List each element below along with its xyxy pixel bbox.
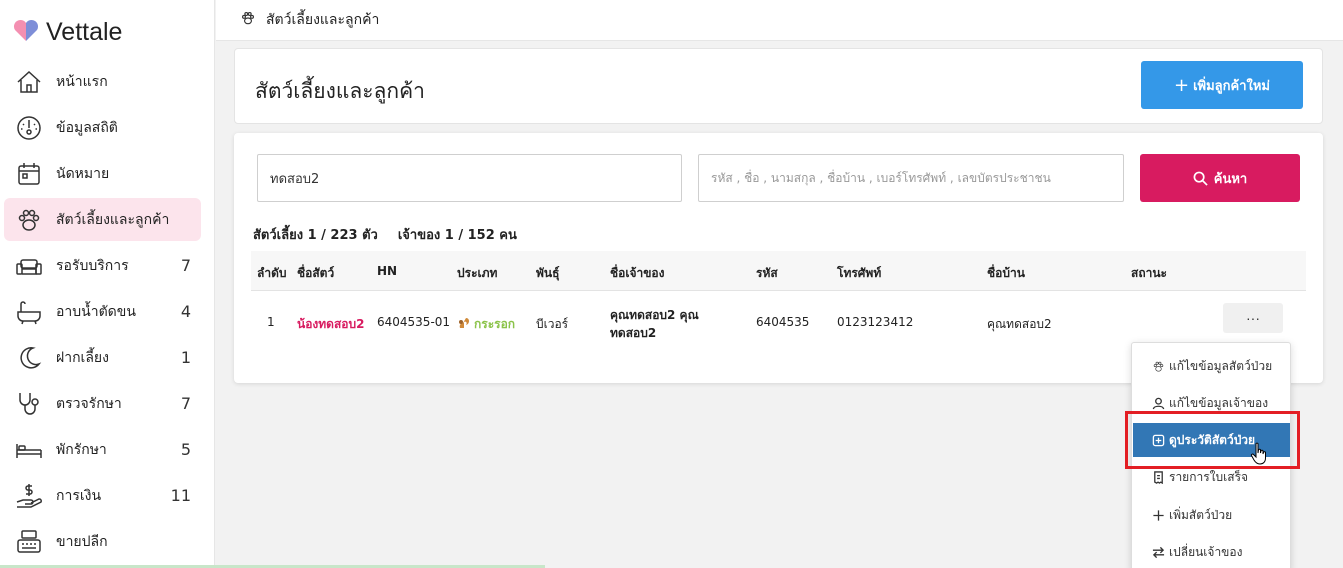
row-actions-button[interactable]: ···	[1223, 303, 1283, 333]
sidebar-item-count: 5	[180, 440, 191, 459]
sidebar-item-home[interactable]: หน้าแรก	[4, 60, 201, 103]
pet-search-input[interactable]	[257, 154, 682, 202]
hn-value: 6404535-01	[377, 315, 451, 329]
menu-item-add-pet[interactable]: เพิ่มสัตว์ป่วย	[1133, 498, 1290, 532]
page-title: สัตว์เลี้ยงและลูกค้า	[255, 79, 425, 103]
brand-name: Vettale	[46, 18, 123, 46]
paw-icon	[240, 10, 256, 30]
receipt-icon	[1154, 470, 1163, 484]
sidebar-item-count: 4	[180, 302, 191, 321]
sidebar-item-finance[interactable]: การเงิน 11	[4, 474, 201, 517]
column-header: ประเภท	[457, 266, 498, 280]
pet-count: สัตว์เลี้ยง 1 / 223 ตัว	[253, 228, 378, 243]
menu-item-label: รายการใบเสร็จ	[1169, 469, 1249, 484]
species-label: กระรอก	[474, 317, 516, 331]
paw-icon	[14, 205, 44, 235]
menu-item-label: แก้ไขข้อมูลเจ้าของ	[1169, 395, 1269, 410]
search-button-label: ค้นหา	[1213, 171, 1248, 187]
swap-icon	[1152, 546, 1165, 558]
calendar-icon	[14, 159, 44, 189]
sidebar-item-label: สัตว์เลี้ยงและลูกค้า	[56, 211, 170, 228]
bathtub-icon	[14, 297, 44, 327]
menu-item-change-owner[interactable]: เปลี่ยนเจ้าของ	[1133, 535, 1290, 568]
user-icon	[1152, 397, 1165, 409]
sidebar-item-label: ขายปลีก	[56, 533, 108, 550]
paw-icon	[1153, 361, 1164, 371]
column-header: HN	[377, 264, 398, 278]
owner-count: เจ้าของ 1 / 152 คน	[397, 228, 517, 243]
sidebar-item-count: 7	[180, 394, 191, 413]
sidebar-item-inpatient[interactable]: พักรักษา 5	[4, 428, 201, 471]
search-icon	[1193, 171, 1208, 186]
sidebar: Vettale หน้าแรก ข้อมูลสถิติ นัดหมาย สัตว…	[0, 0, 215, 568]
sidebar-item-label: อาบน้ำตัดขน	[56, 303, 136, 320]
sidebar-item-label: ฝากเลี้ยง	[56, 349, 109, 366]
money-hand-icon	[14, 481, 44, 511]
sidebar-item-count: 1	[180, 348, 191, 367]
sidebar-item-label: การเงิน	[56, 487, 102, 504]
owner-name: คุณทดสอบ2 คุณทดสอบ2	[610, 308, 699, 340]
sidebar-item-count: 11	[170, 486, 191, 505]
heart-logo-icon	[12, 19, 40, 47]
sidebar-item-label: นัดหมาย	[56, 165, 110, 182]
breed-value: บีเวอร์	[536, 317, 569, 331]
moon-icon	[14, 343, 44, 373]
sidebar-item-waiting[interactable]: รอรับบริการ 7	[4, 244, 201, 287]
sidebar-item-label: พักรักษา	[56, 441, 107, 458]
sidebar-item-retail[interactable]: ขายปลีก	[4, 520, 201, 563]
sidebar-item-label: ข้อมูลสถิติ	[56, 119, 118, 136]
species-cell: กระรอก	[457, 315, 515, 334]
sidebar-nav: หน้าแรก ข้อมูลสถิติ นัดหมาย สัตว์เลี้ยงแ…	[4, 60, 201, 566]
column-header: ชื่อสัตว์	[297, 266, 335, 280]
highlight-box	[1125, 411, 1300, 469]
stethoscope-icon	[14, 389, 44, 419]
plus-icon: +	[1174, 74, 1190, 96]
owner-code: 6404535	[756, 315, 810, 329]
column-header: สถานะ	[1131, 266, 1167, 280]
column-header: ชื่อเจ้าของ	[610, 266, 665, 280]
sofa-icon	[14, 251, 44, 281]
sidebar-item-label: รอรับบริการ	[56, 257, 129, 274]
menu-item-label: เปลี่ยนเจ้าของ	[1169, 544, 1243, 559]
menu-item-label: แก้ไขข้อมูลสัตว์ป่วย	[1169, 358, 1273, 373]
cash-register-icon	[14, 527, 44, 557]
column-header: พันธุ์	[536, 266, 560, 280]
column-header: ลำดับ	[257, 266, 287, 280]
row-index: 1	[267, 315, 275, 329]
breadcrumb: สัตว์เลี้ยงและลูกค้า	[216, 0, 1343, 41]
page-header: สัตว์เลี้ยงและลูกค้า + เพิ่มลูกค้าใหม่	[234, 48, 1323, 124]
bed-icon	[14, 435, 44, 465]
squirrel-icon	[457, 316, 471, 333]
sidebar-item-grooming[interactable]: อาบน้ำตัดขน 4	[4, 290, 201, 333]
hand-pointer-icon	[1250, 442, 1270, 470]
sidebar-item-treatment[interactable]: ตรวจรักษา 7	[4, 382, 201, 425]
house-name: คุณทดสอบ2	[987, 317, 1052, 331]
sidebar-item-count: 7	[180, 256, 191, 275]
sidebar-item-label: หน้าแรก	[56, 73, 108, 90]
breadcrumb-title: สัตว์เลี้ยงและลูกค้า	[266, 12, 380, 28]
customer-search-input[interactable]	[698, 154, 1124, 202]
add-customer-button[interactable]: + เพิ่มลูกค้าใหม่	[1141, 61, 1303, 109]
search-button[interactable]: ค้นหา	[1140, 154, 1300, 202]
result-counts: สัตว์เลี้ยง 1 / 223 ตัว เจ้าของ 1 / 152 …	[253, 224, 517, 245]
sidebar-item-appointments[interactable]: นัดหมาย	[4, 152, 201, 195]
menu-item-label: เพิ่มสัตว์ป่วย	[1169, 507, 1233, 522]
column-header: รหัส	[756, 266, 778, 280]
sidebar-item-pets-customers[interactable]: สัตว์เลี้ยงและลูกค้า	[4, 198, 201, 241]
sidebar-item-stats[interactable]: ข้อมูลสถิติ	[4, 106, 201, 149]
column-header: โทรศัพท์	[837, 266, 882, 280]
sidebar-item-label: ตรวจรักษา	[56, 395, 122, 412]
table-header: ลำดับ ชื่อสัตว์ HN ประเภท พันธุ์ ชื่อเจ้…	[251, 251, 1306, 291]
column-header: ชื่อบ้าน	[987, 266, 1025, 280]
sidebar-item-boarding[interactable]: ฝากเลี้ยง 1	[4, 336, 201, 379]
menu-item-edit-pet[interactable]: แก้ไขข้อมูลสัตว์ป่วย	[1133, 349, 1290, 383]
add-customer-label: เพิ่มลูกค้าใหม่	[1193, 78, 1270, 94]
plus-icon	[1153, 509, 1164, 521]
phone-number: 0123123412	[837, 315, 914, 329]
home-icon	[14, 67, 44, 97]
pet-name-link[interactable]: น้องทดสอบ2	[297, 315, 364, 334]
dashboard-icon	[14, 113, 44, 143]
brand-logo[interactable]: Vettale	[12, 18, 122, 47]
